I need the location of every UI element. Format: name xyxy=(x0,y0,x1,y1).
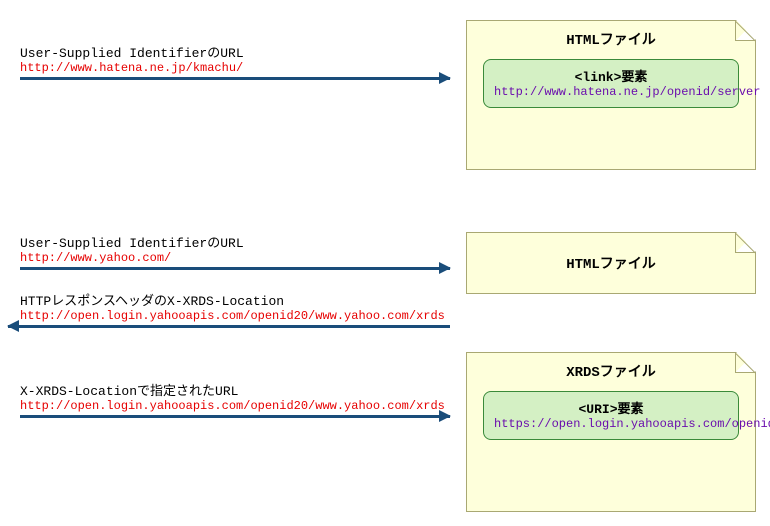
arrow-user-identifier-2: User-Supplied IdentifierのURL http://www.… xyxy=(20,232,450,270)
element-name: <link>要素 xyxy=(494,66,728,85)
file-title: HTMLファイル xyxy=(467,21,755,55)
file-corner-icon xyxy=(735,233,755,253)
arrow-url: http://open.login.yahooapis.com/openid20… xyxy=(20,309,450,323)
element-name: <URI>要素 xyxy=(494,398,728,417)
arrow-label: User-Supplied IdentifierのURL xyxy=(20,232,450,251)
file-xrds: XRDSファイル <URI>要素 https://open.login.yaho… xyxy=(466,352,756,512)
file-html-2: HTMLファイル xyxy=(466,232,756,294)
arrow-url: http://open.login.yahooapis.com/openid20… xyxy=(20,399,450,413)
arrow-xrds-location-response: HTTPレスポンスヘッダのX-XRDS-Location http://open… xyxy=(8,290,450,328)
file-corner-icon xyxy=(735,353,755,373)
file-title: HTMLファイル xyxy=(467,233,755,279)
arrow-label: HTTPレスポンスヘッダのX-XRDS-Location xyxy=(20,290,450,309)
arrow-label: X-XRDS-Locationで指定されたURL xyxy=(20,380,450,399)
arrow-line-right xyxy=(20,415,450,418)
arrow-xrds-location-request: X-XRDS-Locationで指定されたURL http://open.log… xyxy=(20,380,450,418)
uri-element-box: <URI>要素 https://open.login.yahooapis.com… xyxy=(483,391,739,440)
file-title: XRDSファイル xyxy=(467,353,755,387)
element-url: http://www.hatena.ne.jp/openid/server xyxy=(494,85,728,101)
arrow-user-identifier-1: User-Supplied IdentifierのURL http://www.… xyxy=(20,42,450,80)
arrow-label: User-Supplied IdentifierのURL xyxy=(20,42,450,61)
arrow-line-right xyxy=(20,267,450,270)
file-corner-icon xyxy=(735,21,755,41)
link-element-box: <link>要素 http://www.hatena.ne.jp/openid/… xyxy=(483,59,739,108)
arrow-line-left xyxy=(8,325,450,328)
arrow-url: http://www.yahoo.com/ xyxy=(20,251,450,265)
element-url: https://open.login.yahooapis.com/openid/… xyxy=(494,417,728,433)
arrow-line-right xyxy=(20,77,450,80)
arrow-url: http://www.hatena.ne.jp/kmachu/ xyxy=(20,61,450,75)
file-html-1: HTMLファイル <link>要素 http://www.hatena.ne.j… xyxy=(466,20,756,170)
